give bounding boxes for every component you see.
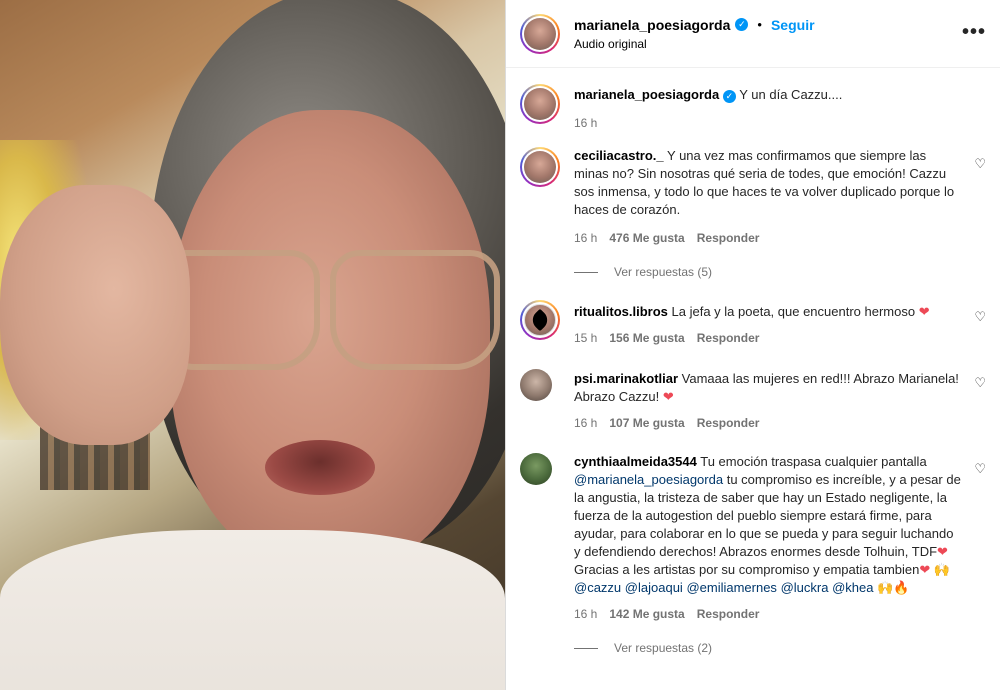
comment-text-part-1: Tu emoción traspasa cualquier pantalla [700,454,927,469]
comment-likes[interactable]: 142 Me gusta [609,605,684,623]
audio-label[interactable]: Audio original [574,37,815,51]
video-person-shirt [0,530,505,690]
mention-link[interactable]: @emiliamernes [686,580,777,595]
mention-link[interactable]: @lajoaqui [625,580,683,595]
fire-emoji-icon: 🔥 [893,580,910,595]
comment-time[interactable]: 16 h [574,229,597,247]
reply-button[interactable]: Responder [697,329,760,347]
view-replies-label[interactable]: Ver respuestas (2) [614,641,712,655]
author-username[interactable]: marianela_poesiagorda [574,17,730,33]
reel-video[interactable] [0,0,505,690]
red-heart-emoji-icon: ❤ [937,544,948,559]
video-glasses-right [330,250,500,370]
reply-button[interactable]: Responder [697,605,760,623]
like-heart-icon[interactable]: ♡ [974,156,986,172]
author-info: marianela_poesiagorda ✓ • Seguir Audio o… [574,17,815,51]
comment-text-part-3: Gracias a les artistas por su compromiso… [574,562,920,577]
view-replies-label[interactable]: Ver respuestas (5) [614,265,712,279]
video-person-hand [0,185,190,445]
comment-text: La jefa y la poeta, que encuentro hermos… [671,304,916,319]
like-heart-icon[interactable]: ♡ [974,375,986,391]
mention-link[interactable]: @luckra [781,580,829,595]
commenter-username[interactable]: cynthiaalmeida3544 [574,454,697,469]
more-options-icon[interactable]: ••• [962,22,986,42]
view-replies-button[interactable]: Ver respuestas (2) [574,641,986,655]
commenter-username[interactable]: psi.marinakotliar [574,371,678,386]
caption-avatar[interactable] [520,84,560,124]
commenter-avatar[interactable] [520,453,552,485]
caption: marianela_poesiagorda ✓ Y un día Cazzu..… [520,84,986,132]
red-heart-emoji-icon: ❤ [662,389,674,404]
comment-item: ritualitos.libros La jefa y la poeta, qu… [520,300,986,347]
follow-button[interactable]: Seguir [771,17,815,33]
raised-hands-emoji-icon: 🙌 [933,562,951,577]
red-heart-emoji-icon: ❤ [919,562,931,577]
verified-badge-icon: ✓ [722,90,736,103]
like-heart-icon[interactable]: ♡ [974,461,986,477]
commenter-username[interactable]: ceciliacastro._ [574,148,664,163]
comment-item: psi.marinakotliar Vamaaa las mujeres en … [520,369,986,432]
comments-panel: marianela_poesiagorda ✓ • Seguir Audio o… [505,0,1000,690]
separator-dot: • [757,17,762,32]
comment-item: ceciliacastro._ Y una vez mas confirmamo… [520,147,986,279]
red-heart-emoji-icon: ❤ [918,304,930,319]
comment-time[interactable]: 16 h [574,414,597,432]
video-person-mouth [265,440,375,495]
caption-username[interactable]: marianela_poesiagorda [574,87,719,102]
comment-likes[interactable]: 476 Me gusta [609,229,684,247]
replies-divider [574,647,598,649]
caption-text: Y un día Cazzu.... [739,87,843,102]
post-header: marianela_poesiagorda ✓ • Seguir Audio o… [506,0,1000,68]
commenter-avatar[interactable] [520,147,560,187]
comment-time[interactable]: 15 h [574,329,597,347]
mention-link[interactable]: @khea [832,580,873,595]
view-replies-button[interactable]: Ver respuestas (5) [574,265,986,279]
like-heart-icon[interactable]: ♡ [974,309,986,325]
commenter-avatar[interactable] [520,300,560,340]
comment-time[interactable]: 16 h [574,605,597,623]
replies-divider [574,271,598,273]
commenter-avatar[interactable] [520,369,552,401]
mention-link[interactable]: @marianela_poesiagorda [574,472,723,487]
commenter-username[interactable]: ritualitos.libros [574,304,668,319]
comment-item: cynthiaalmeida3544 Tu emoción traspasa c… [520,453,986,655]
caption-time[interactable]: 16 h [574,114,597,132]
comment-likes[interactable]: 107 Me gusta [609,414,684,432]
reply-button[interactable]: Responder [697,229,760,247]
author-avatar[interactable] [520,13,560,54]
mention-link[interactable]: @cazzu [574,580,621,595]
raised-hands-emoji-icon: 🙌 [877,580,894,595]
comment-likes[interactable]: 156 Me gusta [609,329,684,347]
reply-button[interactable]: Responder [697,414,760,432]
verified-badge-icon: ✓ [735,18,749,31]
post-viewer: marianela_poesiagorda ✓ • Seguir Audio o… [0,0,1000,690]
